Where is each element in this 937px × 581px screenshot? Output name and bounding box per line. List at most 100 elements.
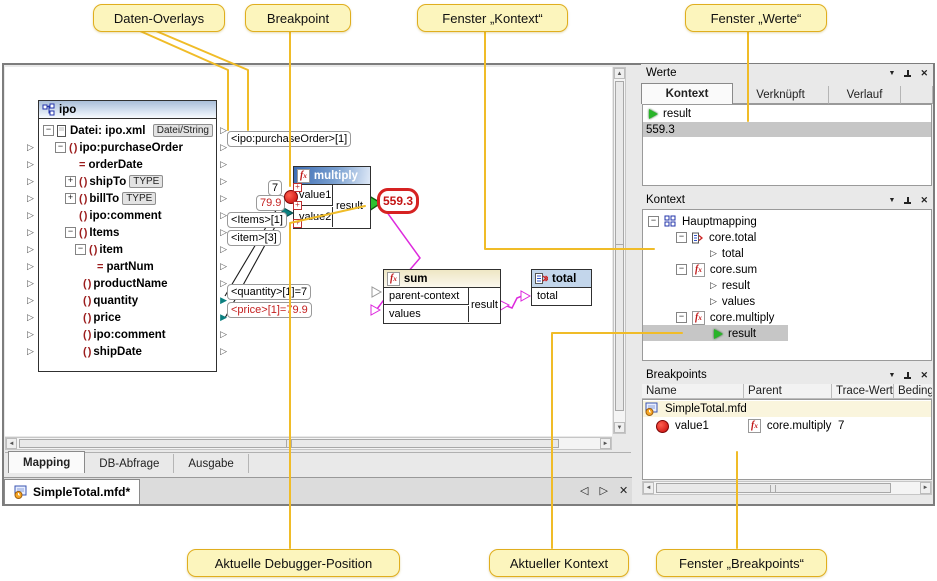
scroll-right-icon[interactable]: ► [920, 482, 931, 494]
input-connector-icon[interactable] [27, 159, 34, 170]
kontext-row-total[interactable]: total [710, 246, 744, 261]
next-doc-icon[interactable]: ▷ [599, 484, 607, 497]
collapse-icon[interactable] [676, 264, 687, 275]
output-connector-icon[interactable] [220, 125, 227, 136]
hscroll-thumb[interactable] [19, 439, 559, 448]
total-component[interactable]: total total [531, 269, 592, 306]
scroll-left-icon[interactable]: ◄ [6, 438, 17, 449]
output-connector-icon[interactable] [220, 329, 227, 340]
tree-row-file[interactable]: Datei: ipo.xml Datei/String [39, 122, 216, 139]
tree-row[interactable]: ( )item [39, 241, 216, 258]
pin-icon[interactable] [903, 371, 912, 380]
output-connector-icon[interactable] [220, 176, 227, 187]
tab-ausgabe[interactable]: Ausgabe [174, 454, 248, 473]
scroll-up-icon[interactable]: ▲ [614, 68, 625, 79]
kontext-row-core-sum[interactable]: fx core.sum [676, 262, 757, 277]
output-connector-icon[interactable] [220, 244, 227, 255]
output-connector-icon[interactable] [220, 193, 227, 204]
input-connector-icon[interactable] [27, 312, 34, 323]
werte-tab-verlauf[interactable]: Verlauf [829, 86, 901, 104]
output-connector-icon[interactable] [220, 261, 227, 272]
collapse-icon[interactable] [676, 232, 687, 243]
breakpoints-panel-titlebar[interactable]: Breakpoints ▼✕ [641, 366, 933, 384]
input-connector-icon[interactable] [27, 193, 34, 204]
tree-row[interactable]: ( )Items [39, 224, 216, 241]
pin-icon[interactable] [903, 69, 912, 78]
datei-string-button[interactable]: Datei/String [153, 124, 213, 137]
input-connector-icon[interactable] [27, 227, 34, 238]
collapse-icon[interactable] [65, 227, 76, 238]
ipo-component-header[interactable]: ipo [39, 101, 216, 119]
prev-doc-icon[interactable]: ◁ [580, 484, 588, 497]
document-tab[interactable]: SimpleTotal.mfd* [4, 479, 140, 504]
canvas-hscrollbar[interactable]: ◄ ► [5, 437, 612, 450]
pin-icon[interactable] [903, 196, 912, 205]
tree-row[interactable]: ( )shipDate [39, 343, 216, 360]
werte-tab-kontext[interactable]: Kontext [641, 83, 733, 104]
input-connector-icon[interactable] [27, 261, 34, 272]
close-icon[interactable]: ✕ [920, 370, 928, 381]
collapse-icon[interactable] [648, 216, 659, 227]
column-header-condition[interactable]: Bedingung [894, 384, 932, 399]
input-connector-icon[interactable] [27, 176, 34, 187]
tab-mapping[interactable]: Mapping [8, 451, 85, 473]
breakpoint-row-trace[interactable]: 7 [838, 418, 844, 434]
output-connector-icon[interactable] [220, 142, 227, 153]
expand-icon[interactable] [65, 176, 76, 187]
sum-output-result[interactable]: result [470, 288, 499, 322]
werte-result-row[interactable]: result [649, 106, 691, 121]
sum-input-values[interactable]: values [384, 306, 469, 322]
output-connector-icon[interactable] [220, 159, 227, 170]
output-connector-icon[interactable] [220, 210, 227, 221]
breakpoints-hscrollbar[interactable]: ◄ ► [642, 481, 932, 495]
column-header-parent[interactable]: Parent [744, 384, 832, 399]
input-connector-icon[interactable] [27, 210, 34, 221]
column-header-trace[interactable]: Trace-Wert [832, 384, 894, 399]
input-connector-icon[interactable] [27, 244, 34, 255]
kontext-row-current-result[interactable]: result [714, 326, 756, 341]
multiply-output-result[interactable]: result [334, 185, 369, 227]
werte-value-row[interactable]: 559.3 [646, 122, 675, 137]
input-connector-icon[interactable] [27, 278, 34, 289]
add-input-icon[interactable]: + [293, 219, 302, 228]
close-doc-icon[interactable]: ✕ [619, 484, 628, 497]
ipo-component[interactable]: ipo Datei: ipo.xml Datei/String ( )ipo:p… [38, 100, 217, 372]
expand-icon[interactable] [65, 193, 76, 204]
menu-dropdown-icon[interactable]: ▼ [889, 70, 896, 77]
vscroll-thumb[interactable] [615, 81, 624, 411]
kontext-row-sum-result[interactable]: result [710, 278, 750, 293]
sum-header[interactable]: fx sum [384, 270, 500, 288]
tree-row-quantity[interactable]: ( )quantity [39, 292, 216, 309]
add-input-icon[interactable]: + [293, 201, 302, 210]
collapse-icon[interactable] [75, 244, 86, 255]
tree-row[interactable]: ( )ipo:comment [39, 207, 216, 224]
sum-input-parent-context[interactable]: parent-context [384, 288, 469, 305]
multiply-function[interactable]: fx multiply value1 value2 result [293, 166, 371, 229]
kontext-row-core-total[interactable]: core.total [676, 230, 756, 245]
type-button[interactable]: TYPE [129, 175, 163, 188]
tree-row[interactable]: ( )ipo:comment [39, 326, 216, 343]
close-icon[interactable]: ✕ [920, 68, 928, 79]
total-row[interactable]: total [532, 288, 590, 304]
collapse-icon[interactable] [55, 142, 66, 153]
collapse-icon[interactable] [676, 312, 687, 323]
sum-function[interactable]: fx sum parent-context values result [383, 269, 501, 324]
output-connector-icon[interactable] [220, 278, 227, 289]
scroll-right-icon[interactable]: ► [600, 438, 611, 449]
output-connector-connected-icon[interactable] [220, 312, 227, 323]
werte-value-highlight[interactable] [643, 122, 931, 137]
breakpoint-row-parent[interactable]: fx core.multiply [748, 418, 831, 434]
collapse-icon[interactable] [43, 125, 54, 136]
output-connector-icon[interactable] [220, 346, 227, 357]
hscroll-thumb[interactable] [656, 483, 891, 493]
kontext-panel-titlebar[interactable]: Kontext ▼✕ [641, 191, 933, 209]
tree-row[interactable]: ( )shipToTYPE [39, 173, 216, 190]
type-button[interactable]: TYPE [122, 192, 156, 205]
close-icon[interactable]: ✕ [920, 195, 928, 206]
tree-row[interactable]: =orderDate [39, 156, 216, 173]
kontext-row-core-multiply[interactable]: fx core.multiply [676, 310, 774, 325]
kontext-row-root[interactable]: Hauptmapping [648, 214, 757, 229]
werte-panel-titlebar[interactable]: Werte ▼✕ [641, 64, 933, 82]
input-connector-icon[interactable] [27, 329, 34, 340]
tree-row-price[interactable]: ( )price [39, 309, 216, 326]
